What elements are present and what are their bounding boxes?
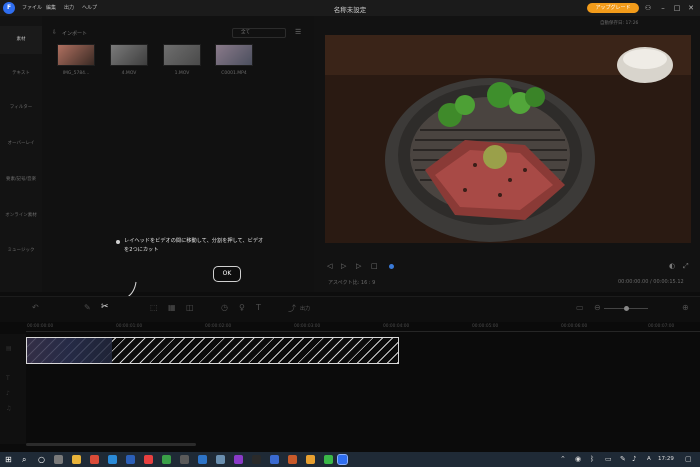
sidebar-item-online[interactable]: オンライン素材 [0,212,42,218]
account-icon[interactable]: ⚇ [643,3,653,13]
tick-label: 00:00:05:00 [472,324,499,329]
preview-video [325,35,691,243]
list-view-icon[interactable]: ☰ [295,28,301,36]
preview-frame-image [325,35,691,243]
timeline-scrollbar[interactable] [26,443,196,446]
media-thumb-4[interactable] [215,44,253,66]
app-icon[interactable] [270,455,279,464]
app-icon[interactable] [252,455,261,464]
taskview-icon[interactable] [54,455,63,464]
sidebar-item-music[interactable]: ミュージック [0,247,42,253]
app-icon[interactable] [306,455,315,464]
tick-label: 00:00:03:00 [294,324,321,329]
media-name-4: C0001.MP4 [221,71,247,76]
notification-icon[interactable]: ▢ [685,455,692,463]
stop-icon[interactable]: □ [371,262,378,270]
snapshot-icon[interactable]: ◐ [669,262,675,270]
playhead-knob[interactable] [389,264,394,269]
maximize-icon[interactable]: □ [672,3,682,13]
windows-taskbar [0,452,700,467]
mosaic-icon[interactable]: ▦ [168,303,176,312]
music-track-icon: ♫ [6,405,12,412]
sidebar-item-elements[interactable]: 要素/記号/音楽 [0,176,42,182]
app-icon[interactable] [324,455,333,464]
network-icon[interactable]: ▭ [605,455,612,463]
zoom-in-icon[interactable]: ⊕ [682,303,689,312]
bluetooth-icon[interactable]: ᛒ [590,455,594,463]
tick-label: 00:00:07:00 [648,324,675,329]
tick-label: 00:00:06:00 [561,324,588,329]
sidebar-item-overlay[interactable]: オーバーレイ [0,140,42,146]
app-icon[interactable] [144,455,153,464]
autosave-caption: 自動保存日: 17:26 [600,21,639,26]
ime-indicator[interactable]: A [647,456,651,462]
tutorial-bullet [116,240,120,244]
close-icon[interactable]: ✕ [686,3,696,13]
tick-label: 00:00:00:00 [27,324,54,329]
app-icon[interactable] [216,455,225,464]
text-tool-icon[interactable]: T [256,303,261,312]
crop-icon[interactable]: ⬚ [150,303,158,312]
media-name-1: IMG_5784... [62,71,90,76]
video-track-icon: ▤ [6,345,12,352]
tutorial-text: レイヘッドをビデオの間に移動して、分割を押して、ビデオを2つにカット [124,238,264,253]
next-frame-icon[interactable]: ▷ [356,262,361,270]
search-icon[interactable]: ⌕ [22,455,26,465]
ok-button[interactable]: OK [213,266,241,282]
chrome-icon[interactable] [90,455,99,464]
export-button[interactable]: 出力 [300,305,310,312]
media-thumb-1[interactable] [57,44,95,66]
edge-icon[interactable] [108,455,117,464]
tray-chevron-icon[interactable]: ⌃ [560,455,566,463]
explorer-icon[interactable] [72,455,81,464]
export-icon[interactable]: ⤴ [288,303,296,314]
prev-frame-icon[interactable]: ◁ [327,262,332,270]
pencil-icon[interactable]: ✎ [84,303,91,312]
media-name-3: 1.MOV [174,71,190,76]
minimize-icon[interactable]: – [658,3,668,13]
tick-label: 00:00:04:00 [383,324,410,329]
aspect-ratio-label[interactable]: アスペクト比: 16 : 9 [328,279,375,286]
filmora-taskbar-icon[interactable] [337,454,348,465]
app-icon[interactable] [288,455,297,464]
timer-icon[interactable]: ◷ [221,303,228,312]
text-track-icon: T [6,375,10,382]
tick-label: 00:00:01:00 [116,324,143,329]
undo-icon[interactable]: ↶ [32,303,39,312]
sidebar-item-filter[interactable]: フィルター [0,104,42,110]
zoom-slider-knob[interactable] [624,306,629,311]
app-icon[interactable] [180,455,189,464]
cortana-icon[interactable]: ○ [38,455,45,464]
speed-icon[interactable]: ◫ [186,303,194,312]
microphone-icon[interactable]: ♀ [239,303,245,312]
app-icon[interactable] [234,455,243,464]
app-icon[interactable] [198,455,207,464]
media-filter-select[interactable]: 全て [232,28,286,38]
app-icon[interactable] [162,455,171,464]
media-name-2: 4.MOV [121,71,137,76]
video-clip-thumbnail [27,338,112,363]
app-icon[interactable] [126,455,135,464]
fullscreen-icon[interactable]: ⤢ [683,262,689,271]
sidebar-item-media[interactable]: 素材 [0,36,42,42]
volume-icon[interactable]: ♪ [632,455,636,463]
media-thumb-3[interactable] [163,44,201,66]
media-thumb-2[interactable] [110,44,148,66]
sidebar-item-text[interactable]: テキスト [0,70,42,76]
upgrade-button[interactable]: アップグレード [587,3,639,13]
zoom-out-icon[interactable]: ⊖ [594,303,601,312]
track-gutter [0,334,26,444]
split-scissors-icon[interactable]: ✂ [101,302,109,312]
import-button[interactable]: インポート [62,30,87,37]
tick-label: 00:00:02:00 [205,324,232,329]
pen-icon[interactable]: ✎ [620,455,626,463]
audio-track-icon: ♪ [6,390,10,397]
timecode-display: 00:00:00.00 / 00:00:15.12 [618,279,684,285]
start-icon[interactable]: ⊞ [5,455,12,464]
tray-icon[interactable]: ◉ [575,455,581,463]
play-icon[interactable]: ▷ [341,262,346,270]
import-icon[interactable]: ⇩ [52,29,57,36]
fit-icon[interactable]: ▭ [576,303,584,312]
taskbar-clock[interactable]: 17:29 [658,456,674,462]
